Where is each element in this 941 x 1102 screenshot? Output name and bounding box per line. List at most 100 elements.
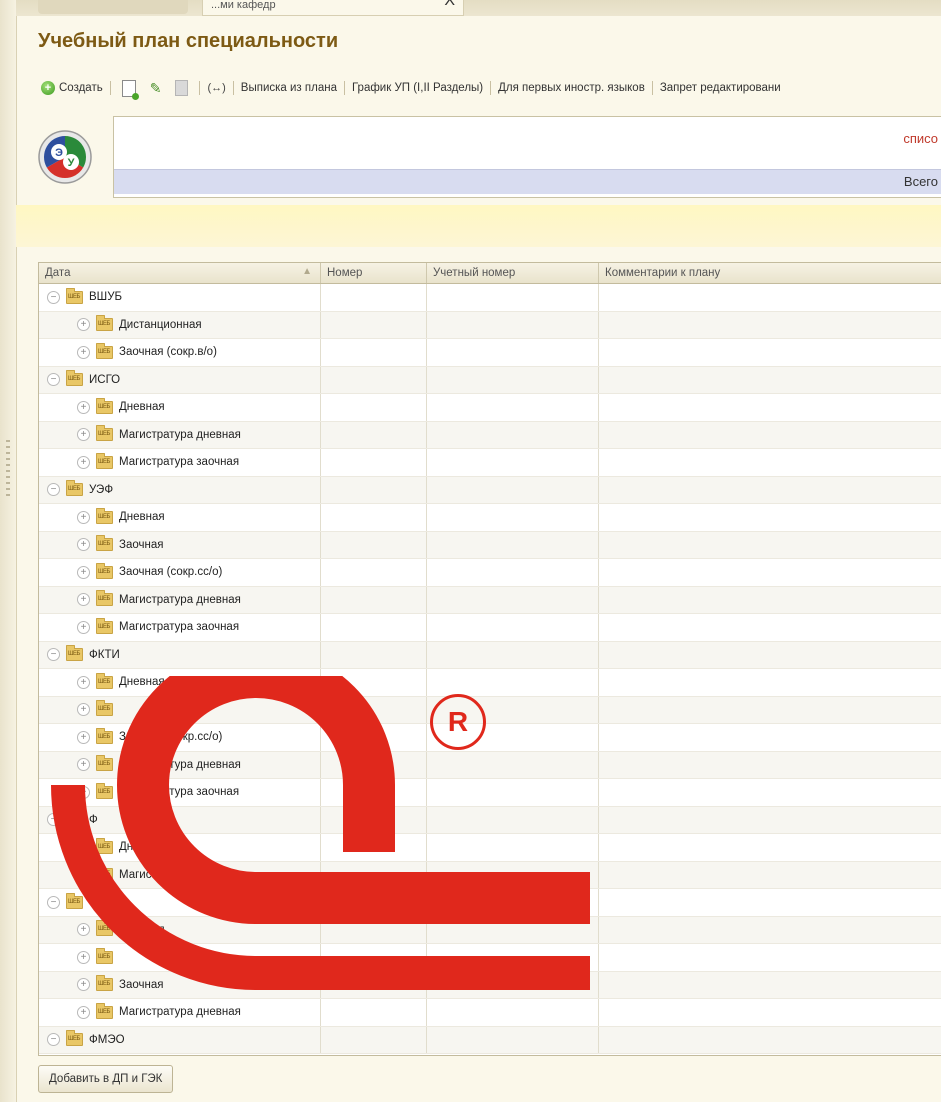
copy-button[interactable] [115, 79, 143, 100]
tree-item-row[interactable]: + ШЕБ Дневная [39, 834, 941, 862]
tree-node: + ШЕБ Дистанционная [39, 315, 202, 332]
cell-account-number [427, 284, 599, 311]
expand-icon[interactable]: + [77, 840, 90, 854]
column-header-number[interactable]: Номер [321, 263, 427, 283]
expand-icon[interactable]: + [77, 428, 90, 442]
cell-number [321, 614, 427, 641]
tree-group-row[interactable]: − ШЕБ ВШУБ [39, 284, 941, 312]
tree-item-row[interactable]: + ШЕБ [39, 944, 941, 972]
column-header-comments[interactable]: Комментарии к плану [599, 263, 941, 283]
expand-icon[interactable]: + [77, 538, 90, 552]
collapse-icon[interactable]: − [47, 813, 60, 827]
tree-item-row[interactable]: + ШЕБ Заочная [39, 531, 941, 559]
expand-icon[interactable]: + [77, 1005, 90, 1019]
tree-item-row[interactable]: + ШЕБ Дневная [39, 504, 941, 532]
tree-node-label: Заочная (сокр.в/о) [119, 346, 217, 359]
column-header-date[interactable]: Дата ▲ [39, 263, 321, 283]
create-button[interactable]: + Создать [38, 81, 106, 95]
tree-item-row[interactable]: + ШЕБ Магистратура заочная [39, 449, 941, 477]
tree-node-label: ИСГО [89, 373, 121, 386]
expand-icon[interactable]: + [77, 675, 90, 689]
expand-icon[interactable]: + [77, 345, 90, 359]
expand-button[interactable]: (↔) [204, 82, 228, 94]
cell-number [321, 779, 427, 806]
expand-icon[interactable]: + [77, 785, 90, 799]
tree-group-row[interactable]: − ШЕБ ФМк [39, 889, 941, 917]
tree-node: + ШЕБ Магистратура заочная [39, 782, 239, 799]
tree-item-row[interactable]: + ШЕБ Дневная [39, 916, 941, 944]
folder-icon: ШЕБ [66, 370, 83, 387]
tree-item-row[interactable]: + ШЕБ Заочная (сокр.сс/о) [39, 724, 941, 752]
tree-node: − ШЕБ ФМЭО [39, 1030, 125, 1047]
folder-badge: ШЕБ [98, 568, 110, 575]
tree-item-row[interactable]: + ШЕБ Магистратура заочная [39, 614, 941, 642]
left-panel-splitter[interactable] [0, 0, 17, 1102]
tree-item-row[interactable]: + ШЕБ Магистратура дневная [39, 751, 941, 779]
folder-badge: ШЕБ [98, 871, 110, 878]
edit-lock-button[interactable]: Запрет редактировани [657, 82, 784, 94]
cell-comments [599, 944, 941, 971]
expand-icon[interactable]: + [77, 510, 90, 524]
tree-item-row[interactable]: + ШЕБ Магистратура заочная [39, 779, 941, 807]
collapse-icon[interactable]: − [47, 648, 60, 662]
tree-item-row[interactable]: + ШЕБ Дневная [39, 394, 941, 422]
tree-item-row[interactable]: + ШЕБ Дневная [39, 669, 941, 697]
tree-item-row[interactable]: + ШЕБ Дистанционная [39, 311, 941, 339]
tree-group-row[interactable]: − ШЕБ ФМЭО [39, 1026, 941, 1054]
splitter-grip[interactable] [6, 440, 10, 500]
cell-date: − ШЕБ ИСГО [39, 366, 321, 393]
expand-icon[interactable]: + [77, 868, 90, 882]
cell-date: − ШЕБ УЭФ [39, 476, 321, 503]
tree-item-row[interactable]: + ШЕБ Заочная [39, 971, 941, 999]
edit-button[interactable]: ✎ [143, 80, 169, 97]
tab-home[interactable] [38, 0, 188, 14]
expand-icon[interactable]: + [77, 565, 90, 579]
cell-account-number [427, 834, 599, 861]
tree-item-row[interactable]: + ШЕБ [39, 696, 941, 724]
foreign-languages-button[interactable]: Для первых иностр. языков [495, 82, 648, 94]
collapse-icon[interactable]: − [47, 483, 60, 497]
tree-group-row[interactable]: − ШЕБ ФКТИ [39, 641, 941, 669]
create-button-label: Создать [59, 82, 103, 94]
expand-icon[interactable]: + [77, 318, 90, 332]
tree-item-row[interactable]: + ШЕБ Заочная (сокр.в/о) [39, 339, 941, 367]
folder-icon: ШЕБ [66, 810, 83, 827]
toolbar-separator [232, 81, 234, 95]
extract-button[interactable]: Выписка из плана [238, 82, 340, 94]
tree-group-row[interactable]: − ШЕБ Ф [39, 806, 941, 834]
tree-item-row[interactable]: + ШЕБ Заочная (сокр.сс/о) [39, 559, 941, 587]
expand-icon[interactable]: + [77, 455, 90, 469]
folder-icon: ШЕБ [96, 452, 113, 469]
collapse-icon[interactable]: − [47, 895, 60, 909]
expand-icon[interactable]: + [77, 620, 90, 634]
expand-icon[interactable]: + [77, 950, 90, 964]
tree-item-row[interactable]: + ШЕБ Магистратура дневная [39, 861, 941, 889]
folder-badge: ШЕБ [98, 348, 110, 355]
tab-active[interactable]: ...ми кафедр X [202, 0, 464, 16]
expand-icon[interactable]: + [77, 923, 90, 937]
tree-item-row[interactable]: + ШЕБ Магистратура дневная [39, 421, 941, 449]
schedule-button[interactable]: График УП (I,II Разделы) [349, 82, 486, 94]
tree-group-row[interactable]: − ШЕБ ИСГО [39, 366, 941, 394]
expand-icon[interactable]: + [77, 978, 90, 992]
tree-node: + ШЕБ [39, 700, 119, 717]
tree-item-row[interactable]: + ШЕБ Магистратура дневная [39, 586, 941, 614]
cell-date: + ШЕБ Магистратура дневная [39, 861, 321, 888]
expand-icon[interactable]: + [77, 593, 90, 607]
expand-icon[interactable]: + [77, 400, 90, 414]
collapse-icon[interactable]: − [47, 290, 60, 304]
collapse-icon[interactable]: − [47, 1033, 60, 1047]
delete-mark-button[interactable] [168, 80, 195, 96]
tree-node: + ШЕБ [39, 947, 119, 964]
expand-icon[interactable]: + [77, 703, 90, 717]
add-to-dp-gek-button[interactable]: Добавить в ДП и ГЭК [38, 1065, 174, 1093]
tab-close-icon[interactable]: X [444, 0, 455, 9]
expand-icon[interactable]: + [77, 730, 90, 744]
tree-group-row[interactable]: − ШЕБ УЭФ [39, 476, 941, 504]
expand-icon[interactable]: + [77, 758, 90, 772]
cell-comments [599, 504, 941, 531]
folder-badge: ШЕБ [98, 788, 110, 795]
tree-item-row[interactable]: + ШЕБ Магистратура дневная [39, 999, 941, 1027]
collapse-icon[interactable]: − [47, 373, 60, 387]
column-header-account-number[interactable]: Учетный номер [427, 263, 599, 283]
